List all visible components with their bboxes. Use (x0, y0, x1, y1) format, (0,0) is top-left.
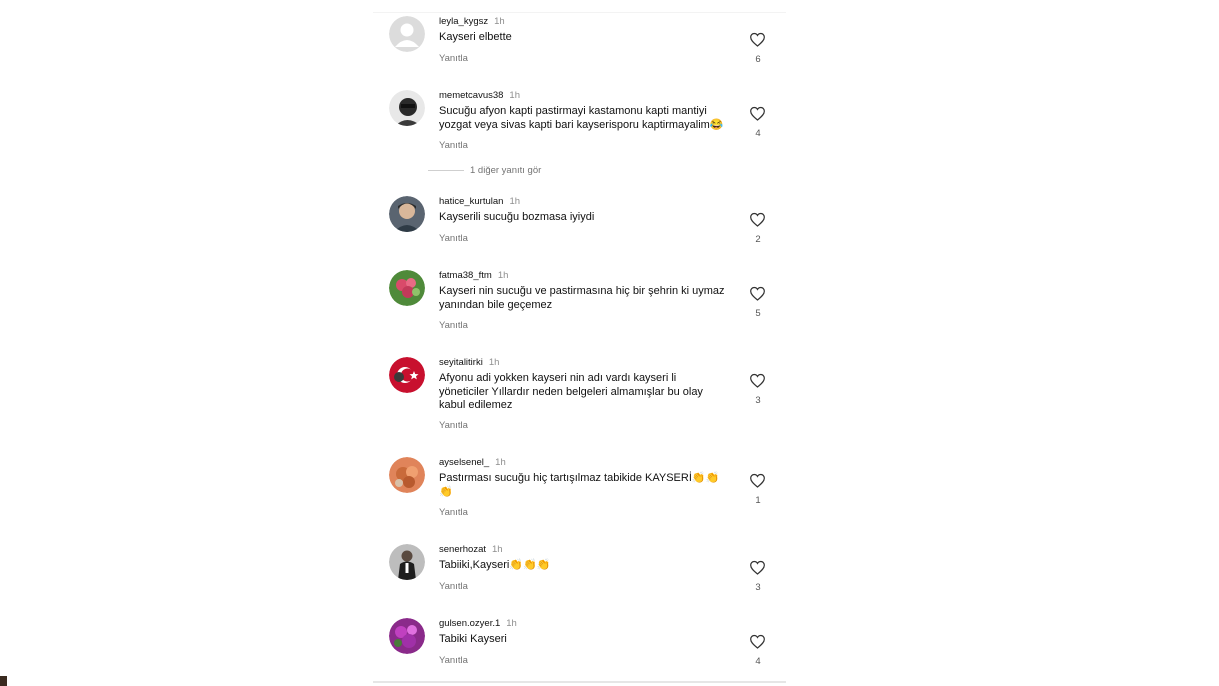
heart-icon[interactable] (749, 560, 767, 576)
comment-meta: hatice_kurtulan 1h (439, 196, 520, 208)
like-count: 1 (755, 495, 761, 506)
reply-button[interactable]: Yanıtla (439, 420, 468, 431)
comment-text: Kayseri elbette (439, 31, 512, 43)
username[interactable]: gulsen.ozyer.1 (439, 618, 500, 629)
divider (373, 12, 786, 13)
comment-text: Kayseri nin sucuğu ve pastirmasına hiç b… (439, 285, 725, 311)
heart-icon[interactable] (749, 32, 767, 48)
comment-text: Pastırması sucuğu hiç tartışılmaz tabiki… (439, 472, 720, 498)
reply-button[interactable]: Yanıtla (439, 320, 468, 331)
heart-icon[interactable] (749, 212, 767, 228)
comment-text: Afyonu adi yokken kayseri nin adı vardı … (439, 372, 703, 411)
comment-meta: ayselsenel_ 1h (439, 457, 506, 469)
username[interactable]: seyitalitirki (439, 357, 483, 368)
comment-text: Kayserili sucuğu bozmasa iyiydi (439, 211, 595, 223)
reply-button[interactable]: Yanıtla (439, 140, 468, 151)
timestamp: 1h (495, 457, 506, 468)
like-count: 3 (755, 582, 761, 593)
heart-icon[interactable] (749, 634, 767, 650)
username[interactable]: leyla_kygsz (439, 16, 488, 27)
timestamp: 1h (509, 90, 520, 101)
timestamp: 1h (494, 16, 505, 27)
heart-icon[interactable] (749, 106, 767, 122)
reply-button[interactable]: Yanıtla (439, 53, 468, 64)
avatar[interactable] (389, 270, 425, 306)
timestamp: 1h (492, 544, 503, 555)
corner-artifact (0, 676, 7, 686)
like-count: 4 (755, 656, 761, 667)
reply-button[interactable]: Yanıtla (439, 581, 468, 592)
divider (428, 169, 464, 171)
heart-icon[interactable] (749, 373, 767, 389)
avatar[interactable] (389, 357, 425, 393)
comment-text: Tabiiki,Kayseri👏👏👏 (439, 559, 551, 571)
heart-icon[interactable] (749, 286, 767, 302)
like-count: 6 (755, 54, 761, 65)
username[interactable]: memetcavus38 (439, 90, 503, 101)
like-count: 4 (755, 128, 761, 139)
avatar[interactable] (389, 457, 425, 493)
avatar[interactable] (389, 16, 425, 52)
reply-button[interactable]: Yanıtla (439, 233, 468, 244)
timestamp: 1h (509, 196, 521, 207)
comment-meta: seyitalitirki 1h (439, 357, 499, 369)
comment-meta: gulsen.ozyer.1 1h (439, 618, 517, 630)
comment-text: Sucuğu afyon kapti pastirmayi kastamonu … (439, 105, 724, 131)
like-count: 5 (755, 308, 761, 319)
avatar[interactable] (389, 618, 425, 654)
comment-meta: fatma38_ftm 1h (439, 270, 508, 282)
view-more-replies[interactable]: 1 diğer yanıtı gör (428, 165, 541, 176)
avatar[interactable] (389, 544, 425, 580)
comments-panel: leyla_kygsz 1h Kayseri elbette Yanıtla 6 … (373, 0, 786, 686)
timestamp: 1h (506, 618, 517, 629)
username[interactable]: ayselsenel_ (439, 457, 489, 468)
view-more-replies-label: 1 diğer yanıtı gör (470, 165, 542, 176)
divider (373, 681, 786, 683)
timestamp: 1h (497, 270, 509, 281)
comment-meta: leyla_kygsz 1h (439, 16, 505, 28)
reply-button[interactable]: Yanıtla (439, 507, 468, 518)
username[interactable]: senerhozat (439, 544, 486, 555)
avatar[interactable] (389, 90, 425, 126)
reply-button[interactable]: Yanıtla (439, 655, 468, 666)
like-count: 3 (755, 395, 761, 406)
like-count: 2 (755, 234, 761, 245)
avatar[interactable] (389, 196, 425, 232)
comment-meta: memetcavus38 1h (439, 90, 520, 102)
timestamp: 1h (488, 357, 500, 368)
username[interactable]: fatma38_ftm (439, 270, 492, 281)
username[interactable]: hatice_kurtulan (439, 196, 503, 207)
comment-meta: senerhozat 1h (439, 544, 503, 556)
heart-icon[interactable] (749, 473, 767, 489)
comment-text: Tabiki Kayseri (439, 633, 507, 645)
